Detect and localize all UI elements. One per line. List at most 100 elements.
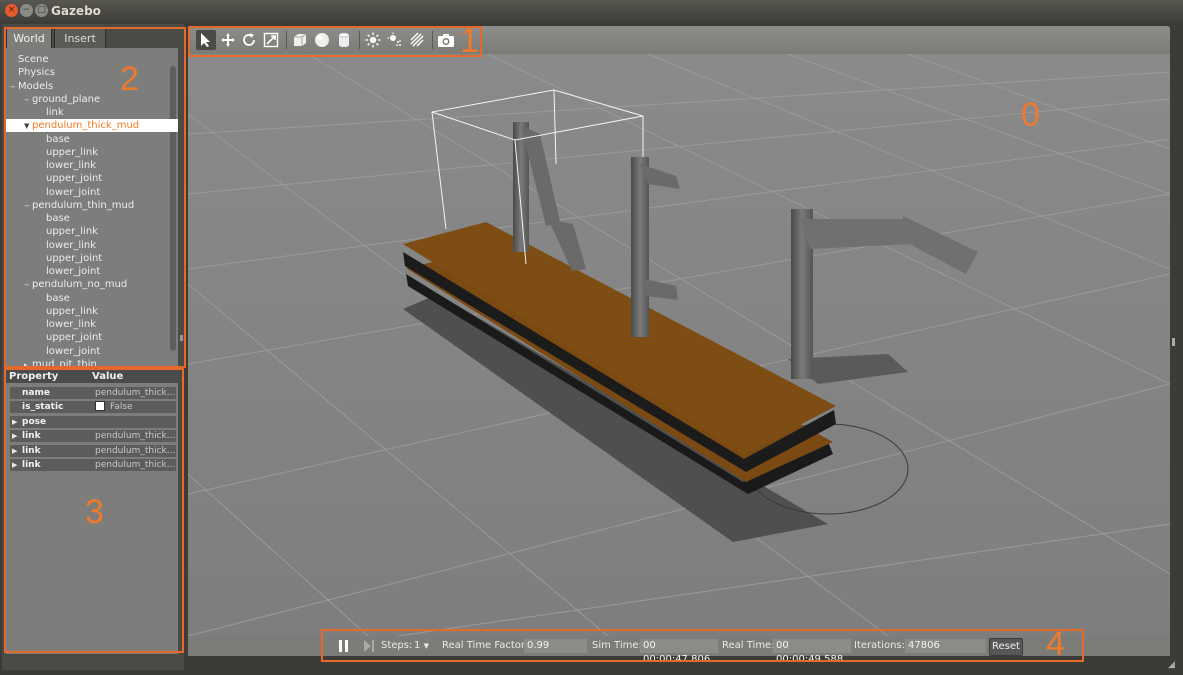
right-splitter-handle[interactable]: [1172, 338, 1175, 346]
is-static-checkbox[interactable]: [95, 401, 105, 411]
directional-light-icon[interactable]: [407, 30, 427, 50]
annotation-label-3: 3: [85, 493, 104, 531]
tree-item[interactable]: lower_joint: [6, 265, 178, 278]
tree-item[interactable]: ▼ pendulum_thick_mud: [6, 119, 178, 133]
tree-item-label: lower_joint: [46, 345, 101, 357]
property-column-header: Property: [9, 371, 59, 382]
tree-item[interactable]: lower_link: [6, 239, 178, 252]
tree-item-label: pendulum_thin_mud: [32, 199, 135, 211]
annotation-label-2: 2: [120, 60, 139, 98]
step-button[interactable]: [363, 636, 375, 656]
real-time-label: Real Time:: [722, 640, 775, 651]
annotation-label-4: 4: [1046, 625, 1065, 663]
window-title: Gazebo: [51, 4, 101, 18]
tree-item[interactable]: lower_link: [6, 159, 178, 172]
tree-expander-icon[interactable]: −: [24, 279, 32, 292]
property-value: pendulum_thick...: [95, 431, 175, 442]
tree-item[interactable]: link: [6, 106, 178, 119]
tree-item[interactable]: lower_link: [6, 318, 178, 331]
pause-button[interactable]: [338, 636, 350, 656]
property-key: link: [22, 445, 41, 456]
tree-item[interactable]: upper_joint: [6, 252, 178, 265]
tree-item[interactable]: ▸ mud_pit_thin: [6, 358, 178, 368]
tree-item-label: upper_joint: [46, 332, 103, 344]
property-row[interactable]: ▶ pose: [10, 415, 176, 428]
tree-item-label: lower_link: [46, 319, 97, 330]
tree-expander-icon[interactable]: ▸: [24, 359, 32, 368]
property-key: is_static: [22, 402, 64, 413]
property-row[interactable]: ▶ link pendulum_thick...: [10, 444, 176, 457]
screenshot-icon[interactable]: [436, 30, 456, 50]
tree-item[interactable]: base: [6, 292, 178, 305]
reset-button[interactable]: Reset: [989, 638, 1023, 656]
tree-item[interactable]: lower_joint: [6, 186, 178, 199]
tree-expander-icon[interactable]: −: [10, 81, 18, 94]
select-arrow-icon[interactable]: [196, 30, 216, 50]
property-header: Property Value: [6, 370, 178, 383]
steps-label: Steps:: [381, 640, 413, 651]
annotation-label-0: 0: [1021, 96, 1040, 134]
steps-dropdown[interactable]: 1 ▼: [414, 636, 429, 656]
resize-grip-icon[interactable]: ◢: [1168, 660, 1175, 670]
tree-item[interactable]: − pendulum_no_mud: [6, 278, 178, 291]
tree-item[interactable]: − pendulum_thin_mud: [6, 199, 178, 212]
tree-item[interactable]: upper_joint: [6, 331, 178, 344]
cylinder-icon[interactable]: [334, 30, 354, 50]
left-panel: World Insert Scene Physics − Models − ground_…: [2, 24, 184, 670]
tree-expander-icon[interactable]: ▼: [24, 120, 32, 133]
property-value: False: [95, 401, 175, 413]
tree-item-label: Physics: [18, 67, 55, 79]
pendulum-thin-mud-base: [631, 157, 649, 337]
tree-item[interactable]: − Models: [6, 80, 168, 93]
expand-arrow-icon[interactable]: ▶: [12, 445, 17, 457]
tree-item-label: lower_joint: [46, 186, 101, 198]
tree-item[interactable]: base: [6, 212, 178, 225]
property-row[interactable]: is_static False: [10, 401, 176, 414]
sphere-icon[interactable]: [312, 30, 332, 50]
tree-item[interactable]: − ground_plane: [6, 93, 178, 106]
tree-item-label: upper_joint: [46, 173, 103, 185]
tree-item-label: mud_pit_thin: [32, 358, 97, 368]
toolbar: [188, 26, 1170, 54]
tree-item[interactable]: base: [6, 133, 178, 146]
tree-item[interactable]: upper_link: [6, 146, 178, 159]
expand-arrow-icon[interactable]: ▶: [12, 416, 17, 428]
tree-expander-icon[interactable]: −: [24, 94, 32, 107]
tree-item[interactable]: upper_link: [6, 225, 178, 238]
expand-arrow-icon[interactable]: ▶: [12, 430, 17, 442]
box-icon[interactable]: [290, 30, 310, 50]
maximize-window-button[interactable]: □: [35, 4, 48, 17]
property-value: pendulum_thick...: [95, 460, 175, 470]
minimize-window-button[interactable]: −: [20, 4, 33, 17]
tab-world[interactable]: World: [6, 28, 52, 49]
translate-icon[interactable]: [218, 30, 238, 50]
property-row[interactable]: name pendulum_thick...: [10, 387, 176, 399]
tree-item[interactable]: Physics: [6, 66, 168, 79]
property-row[interactable]: ▶ link pendulum_thick...: [10, 430, 176, 443]
world-tree[interactable]: Scene Physics − Models − ground_plane link ▼ pen…: [6, 48, 178, 368]
property-key: link: [22, 431, 41, 442]
close-window-button[interactable]: ×: [5, 4, 18, 17]
tree-item-label: lower_link: [46, 239, 97, 251]
scene-render: [188, 54, 1170, 636]
tree-item[interactable]: upper_joint: [6, 172, 178, 185]
tree-expander-icon[interactable]: −: [24, 200, 32, 213]
tree-item[interactable]: lower_joint: [6, 345, 178, 358]
real-time-field: 00 00:00:49.588: [773, 639, 851, 665]
tree-item-label: base: [46, 213, 70, 224]
point-light-icon[interactable]: [363, 30, 383, 50]
3d-viewport[interactable]: [188, 54, 1170, 636]
tree-item[interactable]: upper_link: [6, 305, 178, 318]
rotate-icon[interactable]: [239, 30, 259, 50]
toolbar-separator: [359, 31, 360, 49]
scale-icon[interactable]: [261, 30, 281, 50]
property-row[interactable]: ▶ link pendulum_thick...: [10, 459, 176, 471]
spot-light-icon[interactable]: [385, 30, 405, 50]
simulation-bar: Steps: 1 ▼ Real Time Factor: 0.99 Sim Ti…: [188, 636, 1170, 665]
expand-arrow-icon[interactable]: ▶: [12, 459, 17, 471]
sim-time-field: 00 00:00:47.806: [640, 639, 718, 665]
tab-insert[interactable]: Insert: [54, 28, 106, 49]
tree-item[interactable]: Scene: [6, 53, 168, 66]
property-key: link: [22, 460, 41, 470]
panel-splitter-handle[interactable]: [180, 335, 183, 341]
